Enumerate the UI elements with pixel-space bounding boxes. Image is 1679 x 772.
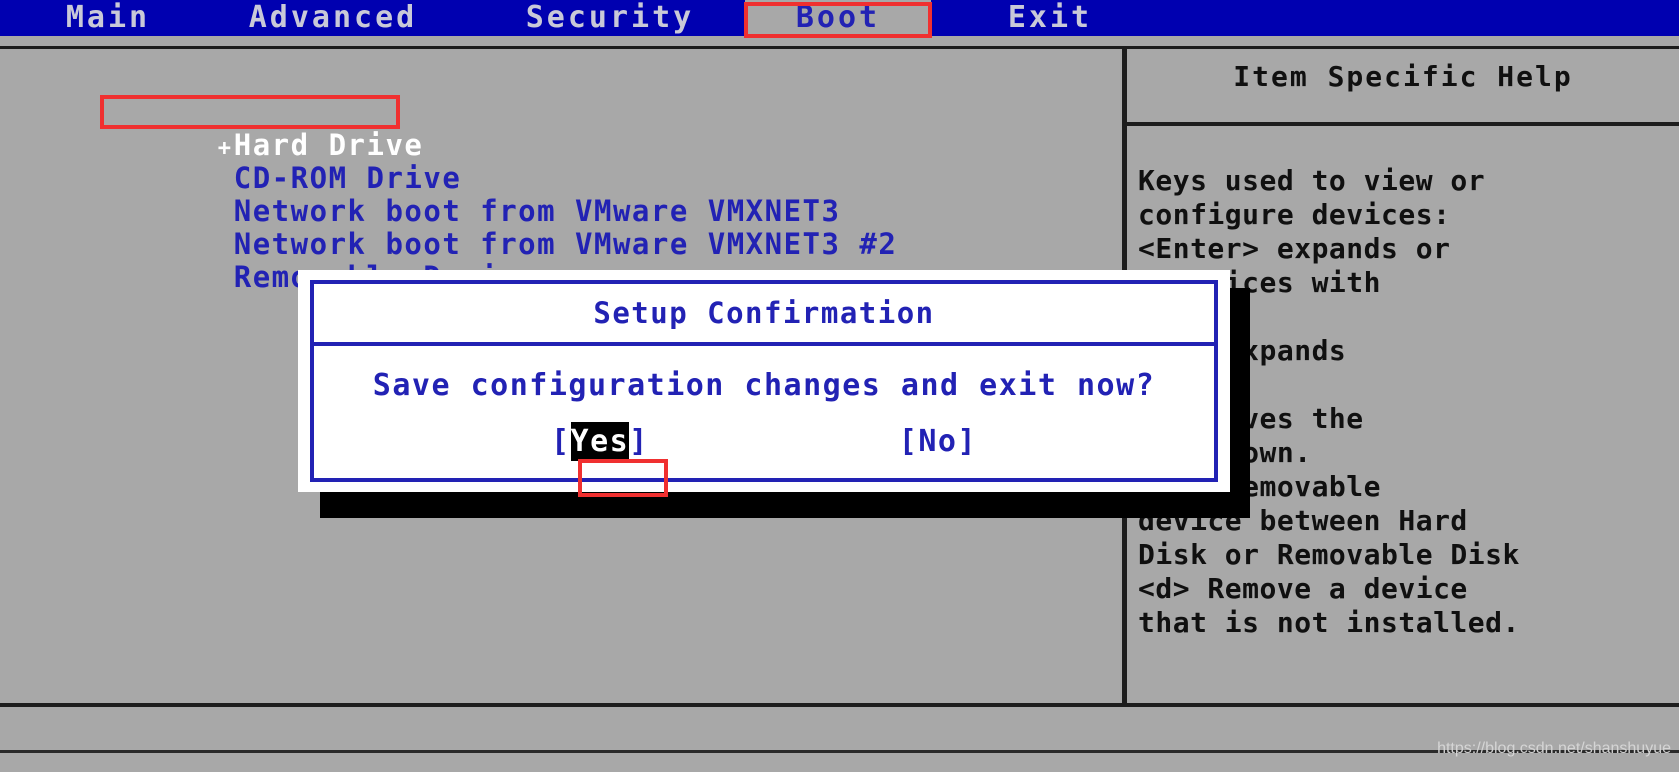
help-text-line: Keys used to view or: [1138, 164, 1486, 197]
dialog-yes-label: Yes: [570, 422, 630, 461]
menubar-underline-strip: [0, 36, 1679, 46]
dialog-button-row: [Yes] [No]: [314, 422, 1214, 461]
content-bottom-rule: [0, 703, 1679, 707]
help-text-line: configure devices:: [1138, 198, 1451, 231]
boot-list-item-label: CD-ROM Drive: [233, 161, 462, 195]
dialog-title: Setup Confirmation: [314, 284, 1214, 346]
dialog-frame: Setup Confirmation Save configuration ch…: [310, 280, 1218, 482]
menu-tab-advanced[interactable]: Advanced: [228, 0, 438, 36]
boot-list-item-hard-drive[interactable]: +Hard Drive: [104, 96, 1034, 162]
bios-setup-screen: Main Advanced Security Boot Exit +Hard D…: [0, 0, 1679, 772]
menu-bar: Main Advanced Security Boot Exit: [0, 0, 1679, 36]
expand-marker-placeholder-icon: +: [218, 165, 234, 198]
menu-tab-boot[interactable]: Boot: [745, 0, 931, 36]
boot-device-list: +Hard Drive +CD-ROM Drive +Network boot …: [104, 96, 1034, 294]
screen-bottom-rule: [0, 750, 1679, 753]
bracket-open: [: [550, 424, 571, 459]
expand-marker-icon[interactable]: +: [218, 132, 234, 165]
dialog-no-label: [No]: [898, 424, 978, 459]
help-panel-title: Item Specific Help: [1233, 60, 1573, 93]
menu-tab-exit[interactable]: Exit: [990, 0, 1110, 36]
dialog-yes-button[interactable]: [Yes]: [550, 422, 649, 461]
boot-list-item-label: Network boot from VMware VMXNET3 #2: [233, 227, 898, 261]
setup-confirmation-dialog: Setup Confirmation Save configuration ch…: [298, 270, 1230, 492]
boot-list-item-label: Network boot from VMware VMXNET3: [233, 194, 841, 228]
expand-marker-placeholder-icon: +: [218, 264, 234, 297]
dialog-message: Save configuration changes and exit now?: [372, 368, 1156, 403]
help-text-line: that is not installed.: [1138, 606, 1520, 639]
help-text-line: <d> Remove a device: [1138, 572, 1468, 605]
expand-marker-placeholder-icon: +: [218, 231, 234, 264]
boot-list-item-label: Hard Drive: [233, 128, 424, 162]
help-text-line: <Enter> expands or: [1138, 232, 1451, 265]
menu-tab-security[interactable]: Security: [510, 0, 710, 36]
help-text-line: Disk or Removable Disk: [1138, 538, 1520, 571]
watermark: https://blog.csdn.net/shanshuyue: [1437, 740, 1671, 757]
help-panel-title-rule: [1122, 122, 1679, 126]
expand-marker-placeholder-icon: +: [218, 198, 234, 231]
dialog-no-button[interactable]: [No]: [899, 424, 977, 459]
bracket-close: ]: [629, 424, 649, 459]
menu-tab-main[interactable]: Main: [48, 0, 168, 36]
